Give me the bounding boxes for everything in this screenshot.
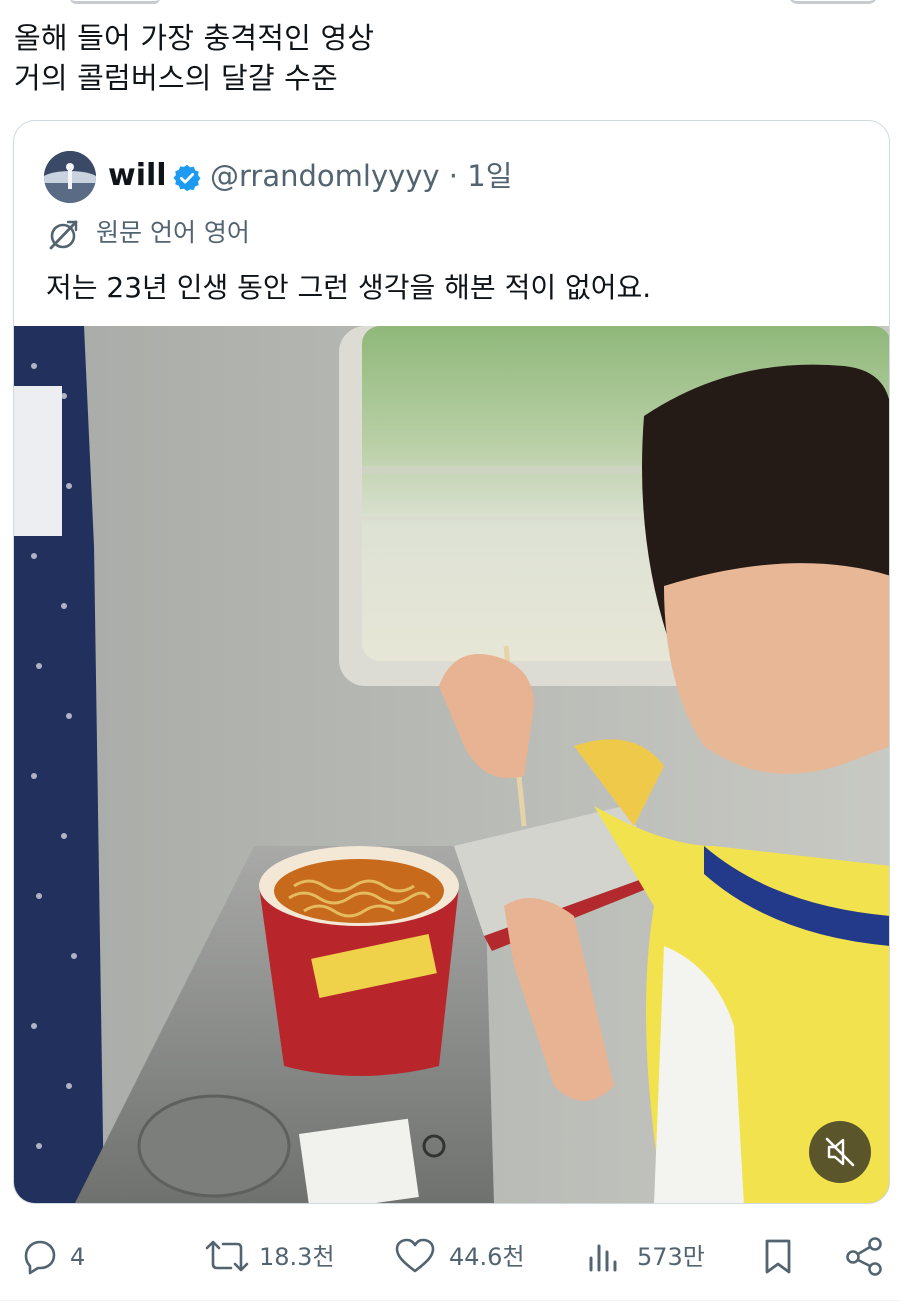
bookmark-icon — [765, 1239, 791, 1274]
share-button[interactable] — [843, 1230, 887, 1284]
views-count: 573만 — [637, 1243, 705, 1271]
reply-icon — [24, 1240, 56, 1275]
quoted-tweet-card[interactable]: will @rrandomlyyyy · 1일 원문 언어 영어 저는 23년 … — [13, 120, 890, 1204]
repost-icon — [205, 1240, 249, 1272]
previous-row-clipped — [0, 0, 900, 10]
tweet-page: 올해 들어 가장 충격적인 영상 거의 콜럼버스의 달걀 수준 will @rr… — [0, 0, 900, 1315]
mute-toggle-button[interactable] — [809, 1121, 871, 1183]
repost-count: 18.3천 — [259, 1243, 335, 1271]
translation-label[interactable]: 원문 언어 영어 — [96, 216, 250, 250]
quoted-tweet-header: will @rrandomlyyyy · 1일 — [44, 151, 864, 207]
reply-count: 4 — [70, 1243, 86, 1271]
post-text-line-2: 거의 콜럼버스의 달걀 수준 — [14, 61, 338, 95]
clipped-element-left — [70, 0, 160, 4]
share-icon — [846, 1237, 882, 1276]
clipped-element-right — [788, 0, 878, 4]
video-media[interactable] — [14, 326, 889, 1203]
post-text: 올해 들어 가장 충격적인 영상 거의 콜럼버스의 달걀 수준 — [14, 18, 874, 98]
quoted-tweet-text: 저는 23년 인생 동안 그런 생각을 해본 적이 없어요. — [46, 271, 652, 304]
post-text-line-1: 올해 들어 가장 충격적인 영상 — [14, 21, 375, 55]
views-button[interactable]: 573만 — [585, 1230, 715, 1284]
reply-button[interactable]: 4 — [18, 1230, 108, 1284]
quoted-author-name[interactable]: will — [108, 157, 167, 195]
translate-icon — [46, 218, 80, 252]
muted-speaker-icon — [825, 1137, 855, 1167]
bookmark-button[interactable] — [758, 1230, 802, 1284]
verified-badge-icon — [172, 163, 202, 193]
like-count: 44.6천 — [449, 1243, 525, 1271]
bottom-divider — [0, 1300, 900, 1301]
repost-button[interactable]: 18.3천 — [203, 1230, 343, 1284]
avatar[interactable] — [44, 151, 96, 203]
like-button[interactable]: 44.6천 — [393, 1230, 533, 1284]
tweet-action-bar: 4 18.3천 44.6천 573만 — [0, 1230, 900, 1284]
translation-row[interactable]: 원문 언어 영어 — [46, 216, 646, 256]
views-icon — [589, 1244, 617, 1272]
video-frame-image — [14, 326, 889, 1203]
heart-icon — [395, 1238, 435, 1273]
quoted-handle-and-time[interactable]: @rrandomlyyyy · 1일 — [210, 157, 512, 195]
